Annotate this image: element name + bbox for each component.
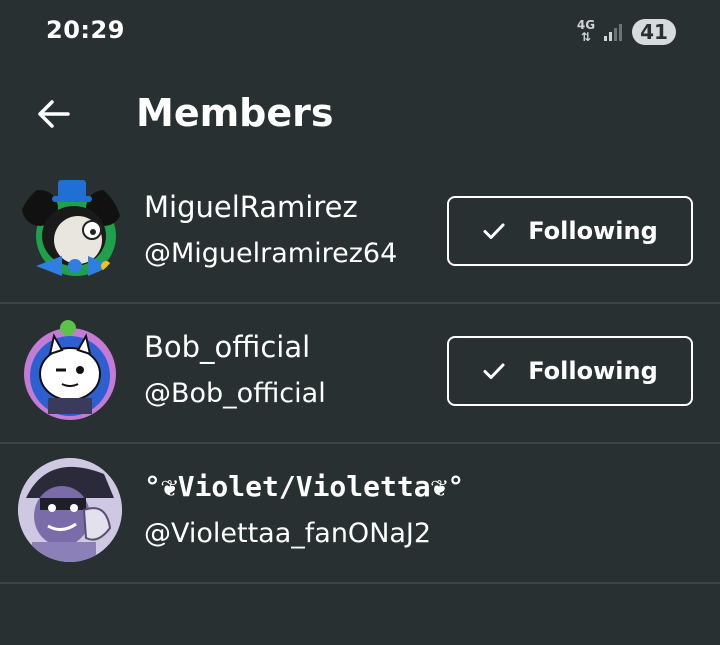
check-icon	[482, 219, 506, 243]
battery-indicator: 41	[632, 19, 676, 45]
page-title: Members	[136, 91, 334, 135]
following-label: Following	[528, 357, 658, 385]
list-item[interactable]: °❦Violet/Violetta❦° @Violettaa_fanONaJ2	[0, 444, 720, 584]
signal-strength-icon	[604, 24, 622, 41]
list-item[interactable]: Bob_official @Bob_official Following	[0, 304, 720, 444]
top-app-bar: Members	[0, 64, 720, 164]
status-bar: 20:29 4G ⇅ 41	[0, 0, 720, 64]
arrow-left-icon	[38, 100, 70, 128]
status-time: 20:29	[46, 16, 125, 44]
cartoon-mouse-avatar	[18, 178, 122, 282]
back-button[interactable]	[28, 92, 78, 136]
member-name: °❦Violet/Violetta❦°	[144, 470, 465, 503]
member-handle: @Violettaa_fanONaJ2	[144, 518, 432, 549]
cartoon-violet-avatar	[18, 458, 122, 562]
following-button[interactable]: Following	[447, 196, 693, 266]
avatar[interactable]	[18, 318, 122, 422]
network-label: 4G	[576, 18, 596, 32]
avatar[interactable]	[18, 178, 122, 282]
avatar[interactable]	[18, 458, 122, 562]
member-handle: @Bob_official	[144, 378, 326, 409]
network-4g-icon: 4G ⇅	[576, 18, 596, 44]
list-item[interactable]: MiguelRamirez @Miguelramirez64 Following	[0, 164, 720, 304]
member-name: MiguelRamirez	[144, 190, 358, 224]
following-button[interactable]: Following	[447, 336, 693, 406]
cartoon-character-avatar	[18, 318, 122, 422]
members-list: MiguelRamirez @Miguelramirez64 Following	[0, 164, 720, 584]
member-name: Bob_official	[144, 330, 311, 364]
following-label: Following	[528, 217, 658, 245]
check-icon	[482, 359, 506, 383]
member-handle: @Miguelramirez64	[144, 238, 398, 269]
